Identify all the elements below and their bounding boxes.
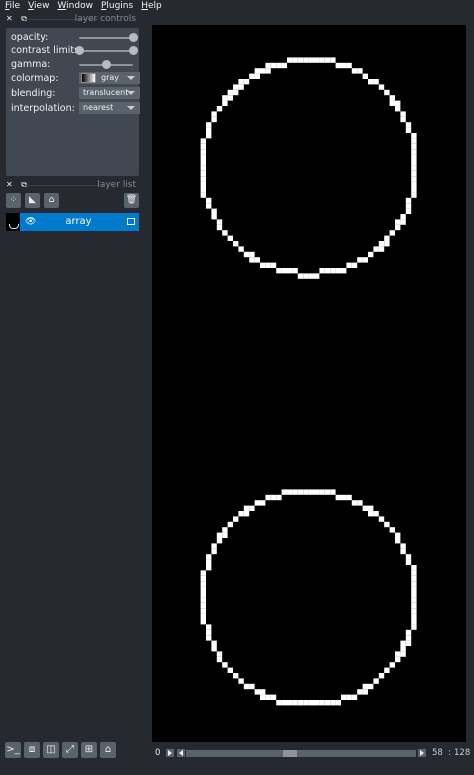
menu-bar: File View Window Plugins Help — [0, 0, 474, 12]
chevron-down-icon — [127, 76, 135, 80]
gamma-row: gamma: — [11, 58, 137, 71]
dims-current-label: 58 — [432, 748, 443, 758]
ring-outline — [200, 57, 417, 279]
layer-controls-panel: opacity: contrast limits gamma: colormap… — [6, 28, 140, 176]
viewer-canvas[interactable] — [152, 25, 466, 742]
transpose-icon: ⤢ — [66, 744, 74, 755]
gamma-slider-handle[interactable] — [102, 60, 111, 69]
menu-help[interactable]: Help — [141, 0, 162, 12]
layer-item-array[interactable]: 👁 array — [6, 213, 139, 231]
grid-icon: ⊞ — [84, 744, 94, 755]
interpolation-dropdown[interactable]: nearest — [79, 102, 140, 114]
menu-window[interactable]: Window — [57, 0, 93, 12]
image-rendering — [200, 57, 417, 706]
gamma-label: gamma: — [11, 59, 51, 70]
contrast-high-handle[interactable] — [129, 46, 138, 55]
menu-view[interactable]: View — [28, 0, 49, 12]
colormap-label: colormap: — [11, 73, 59, 84]
menu-plugins[interactable]: Plugins — [101, 0, 133, 12]
home-icon: ⌂ — [104, 744, 112, 755]
contrast-limits-slider[interactable] — [75, 46, 138, 55]
layer-thumbnail — [6, 213, 20, 231]
cube-icon: ⧈ — [28, 744, 36, 755]
layer-list-title: layer list — [97, 180, 136, 190]
dims-separator: : — [448, 748, 451, 758]
blending-label: blending: — [11, 88, 56, 99]
ndisplay-button[interactable]: ⧈ — [24, 742, 40, 758]
step-forward-button[interactable] — [418, 749, 426, 757]
points-icon: ⁘ — [9, 195, 18, 205]
eye-visibility-icon[interactable]: 👁 — [25, 213, 36, 231]
ring-outline — [200, 489, 417, 706]
colormap-row: colormap: gray — [11, 72, 140, 85]
layer-list: 👁 array — [6, 213, 139, 743]
opacity-slider-handle[interactable] — [129, 33, 138, 42]
contrast-row: contrast limits — [11, 44, 138, 57]
chevron-down-icon — [127, 106, 135, 110]
layer-tool-buttons: ⁘ ◣ ⌂ 🗑 — [6, 193, 139, 209]
contrast-limits-label: contrast limits — [11, 45, 80, 56]
step-back-button[interactable] — [177, 749, 185, 757]
blending-row: blending: translucent — [11, 87, 140, 100]
layer-controls-title: layer controls — [74, 14, 136, 24]
menu-file[interactable]: File — [5, 0, 20, 12]
layer-list-titlebar: ✕ ⧉ layer list — [0, 179, 144, 191]
contrast-low-handle[interactable] — [75, 46, 84, 55]
trash-icon: 🗑 — [125, 195, 138, 205]
opacity-row: opacity: — [11, 31, 138, 44]
grid-button[interactable]: ⊞ — [81, 742, 97, 758]
interpolation-row: interpolation: nearest — [11, 102, 140, 115]
titlebar-divider — [24, 185, 98, 186]
layer-controls-titlebar: ✕ ⧉ layer controls — [0, 13, 144, 25]
roll-button[interactable]: ◫ — [43, 742, 59, 758]
chevron-down-icon — [127, 91, 135, 95]
dims-max-label: 128 — [454, 748, 471, 758]
layer-name[interactable]: array — [36, 213, 121, 231]
roll-icon: ◫ — [46, 744, 56, 755]
blending-dropdown[interactable]: translucent — [79, 87, 140, 99]
transpose-button[interactable]: ⤢ — [62, 742, 78, 758]
new-points-layer-button[interactable]: ⁘ — [6, 193, 21, 208]
opacity-slider[interactable] — [79, 33, 138, 42]
home-button[interactable]: ⌂ — [100, 742, 116, 758]
interpolation-label: interpolation: — [11, 103, 75, 114]
console-icon: >_ — [6, 744, 20, 755]
colormap-dropdown[interactable]: gray — [79, 72, 140, 84]
shapes-icon: ◣ — [29, 195, 36, 205]
console-button[interactable]: >_ — [5, 742, 21, 758]
gamma-slider[interactable] — [79, 60, 133, 69]
viewer-buttons: >_ ⧈ ◫ ⤢ ⊞ ⌂ — [0, 740, 148, 762]
new-labels-layer-button[interactable]: ⌂ — [44, 193, 59, 208]
opacity-label: opacity: — [11, 32, 49, 43]
colormap-swatch — [81, 73, 96, 83]
interpolation-value: nearest — [83, 103, 114, 112]
dims-slider-thumb[interactable] — [282, 750, 297, 757]
play-button[interactable] — [166, 749, 174, 757]
delete-layer-button[interactable]: 🗑 — [124, 193, 139, 208]
dims-slider-bar: 0 58 : 128 — [152, 746, 470, 760]
blending-value: translucent — [83, 88, 129, 97]
dims-slider-track[interactable] — [186, 750, 416, 757]
label-tag-icon: ⌂ — [48, 195, 55, 205]
dims-start-label: 0 — [155, 748, 161, 758]
colormap-value: gray — [101, 73, 120, 82]
new-shapes-layer-button[interactable]: ◣ — [25, 193, 40, 208]
image-layer-icon — [127, 218, 135, 225]
